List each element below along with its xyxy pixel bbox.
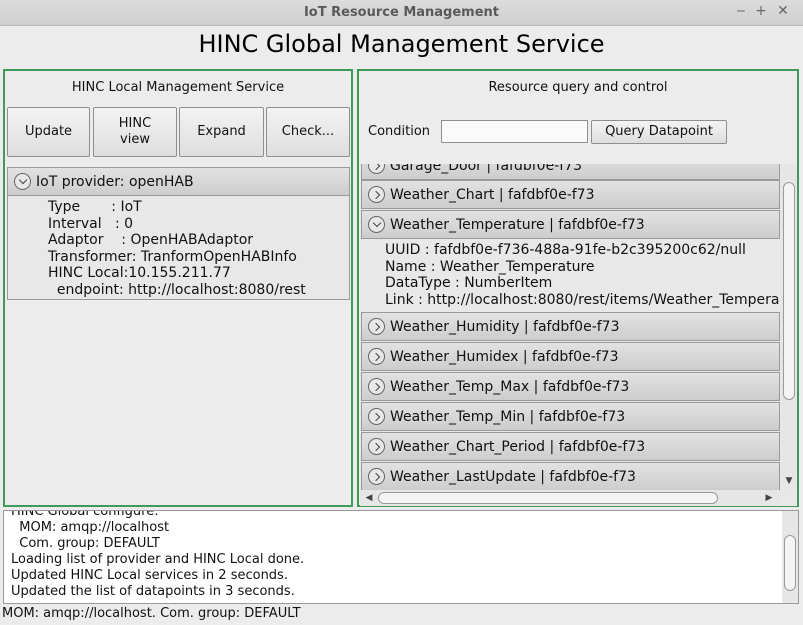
datapoint-label: Weather_Temp_Max | fafdbf0e-f73	[390, 378, 630, 395]
chevron-down-icon[interactable]	[14, 173, 31, 190]
scroll-down-arrow-icon[interactable]: ▼	[783, 476, 795, 486]
datapoint-tree[interactable]: Garage_Door | fafdbf0e-f73 Weather_Chart…	[360, 164, 797, 506]
chevron-right-icon[interactable]	[368, 186, 385, 203]
datapoint-row-weather-humidity[interactable]: Weather_Humidity | fafdbf0e-f73	[361, 312, 780, 341]
app-title: HINC Global Management Service	[198, 30, 605, 58]
chevron-right-icon[interactable]	[368, 164, 385, 174]
close-icon[interactable]: ✕	[774, 3, 792, 19]
console-line: Com. group: DEFAULT	[11, 536, 160, 551]
window-title: IoT Resource Management	[303, 5, 500, 20]
tree-vertical-scrollbar[interactable]: ▼	[781, 164, 797, 490]
temperature-datatype: DataType : NumberItem	[385, 275, 553, 291]
hinc-view-button[interactable]: HINC view	[93, 107, 177, 157]
provider-adaptor: Adaptor : OpenHABAdaptor	[48, 232, 254, 248]
datapoint-label: Weather_Temperature | fafdbf0e-f73	[390, 216, 645, 233]
temperature-uuid: UUID : fafdbf0e-f736-488a-91fe-b2c395200…	[385, 242, 746, 258]
datapoint-label: Weather_Humidity | fafdbf0e-f73	[390, 318, 620, 335]
datapoint-row-weather-temp-max[interactable]: Weather_Temp_Max | fafdbf0e-f73	[361, 372, 780, 401]
console-line: Updated the list of datapoints in 3 seco…	[11, 584, 295, 599]
datapoint-row-weather-temperature[interactable]: Weather_Temperature | fafdbf0e-f73	[361, 210, 780, 239]
scroll-right-arrow-icon[interactable]: ▶	[763, 493, 775, 503]
update-button[interactable]: Update	[7, 107, 90, 157]
temperature-link: Link : http://localhost:8080/rest/items/…	[385, 291, 780, 308]
tree-horizontal-scrollbar[interactable]: ◀ ▶	[360, 490, 781, 506]
minimize-icon[interactable]: ‒	[732, 3, 750, 19]
condition-label: Condition	[368, 124, 431, 139]
provider-label: IoT provider: openHAB	[36, 173, 194, 190]
datapoint-row-weather-chart[interactable]: Weather_Chart | fafdbf0e-f73	[361, 180, 780, 209]
provider-endpoint: endpoint: http://localhost:8080/rest	[48, 281, 306, 298]
check-button[interactable]: Check...	[266, 107, 350, 157]
datapoint-row-weather-humidex[interactable]: Weather_Humidex | fafdbf0e-f73	[361, 342, 780, 371]
provider-openhab-row[interactable]: IoT provider: openHAB	[7, 167, 350, 196]
local-management-panel: HINC Local Management Service Update HIN…	[3, 69, 353, 507]
datapoint-label: Weather_Chart_Period | fafdbf0e-f73	[390, 438, 646, 455]
hinc-view-label-line1: HINC	[118, 116, 152, 131]
scrollbar-thumb[interactable]	[783, 182, 795, 400]
chevron-right-icon[interactable]	[368, 438, 385, 455]
chevron-right-icon[interactable]	[368, 378, 385, 395]
datapoint-label: Weather_Temp_Min | fafdbf0e-f73	[390, 408, 626, 425]
provider-type: Type : IoT	[48, 199, 142, 215]
scroll-left-arrow-icon[interactable]: ◀	[363, 493, 375, 503]
console-log[interactable]: HINC Global configure: MOM: amqp://local…	[3, 510, 799, 604]
datapoint-label: Garage_Door | fafdbf0e-f73	[390, 164, 583, 174]
datapoint-label: Weather_Chart | fafdbf0e-f73	[390, 186, 595, 203]
chevron-right-icon[interactable]	[368, 348, 385, 365]
datapoint-row-weather-lastupdate[interactable]: Weather_LastUpdate | fafdbf0e-f73	[361, 462, 780, 491]
chevron-right-icon[interactable]	[368, 408, 385, 425]
resource-query-panel: Resource query and control Condition Que…	[357, 69, 799, 507]
hinc-view-label-line2: view	[120, 132, 150, 147]
datapoint-label: Weather_Humidex | fafdbf0e-f73	[390, 348, 619, 365]
console-line: Loading list of provider and HINC Local …	[11, 552, 305, 567]
maximize-icon[interactable]: +	[752, 3, 770, 19]
datapoint-label: Weather_LastUpdate | fafdbf0e-f73	[390, 468, 636, 485]
provider-transformer: Transformer: TranformOpenHABInfo	[48, 248, 297, 265]
query-datapoint-button[interactable]: Query Datapoint	[591, 120, 727, 144]
chevron-right-icon[interactable]	[368, 468, 385, 485]
datapoint-row-weather-chart-period[interactable]: Weather_Chart_Period | fafdbf0e-f73	[361, 432, 780, 461]
status-bar: MOM: amqp://localhost. Com. group: DEFAU…	[2, 606, 301, 621]
resource-panel-title: Resource query and control	[488, 80, 668, 95]
console-line: MOM: amqp://localhost	[11, 520, 170, 535]
window-titlebar: IoT Resource Management ‒ + ✕	[0, 0, 803, 26]
chevron-right-icon[interactable]	[368, 318, 385, 335]
provider-interval: Interval : 0	[48, 215, 134, 232]
chevron-down-icon[interactable]	[368, 216, 385, 233]
local-panel-title: HINC Local Management Service	[71, 80, 285, 95]
console-line: Updated HINC Local services in 2 seconds…	[11, 568, 288, 583]
datapoint-row-weather-temp-min[interactable]: Weather_Temp_Min | fafdbf0e-f73	[361, 402, 780, 431]
console-scrollbar-thumb[interactable]	[784, 535, 796, 591]
hscrollbar-thumb[interactable]	[378, 492, 718, 504]
console-vertical-scrollbar[interactable]	[782, 511, 798, 603]
provider-hinc-local: HINC Local:10.155.211.77	[48, 265, 231, 281]
temperature-name: Name : Weather_Temperature	[385, 258, 595, 275]
datapoint-row-garage-door[interactable]: Garage_Door | fafdbf0e-f73	[361, 164, 780, 180]
console-line: HINC Global configure:	[11, 510, 159, 519]
condition-input[interactable]	[441, 120, 588, 143]
expand-button[interactable]: Expand	[179, 107, 264, 157]
